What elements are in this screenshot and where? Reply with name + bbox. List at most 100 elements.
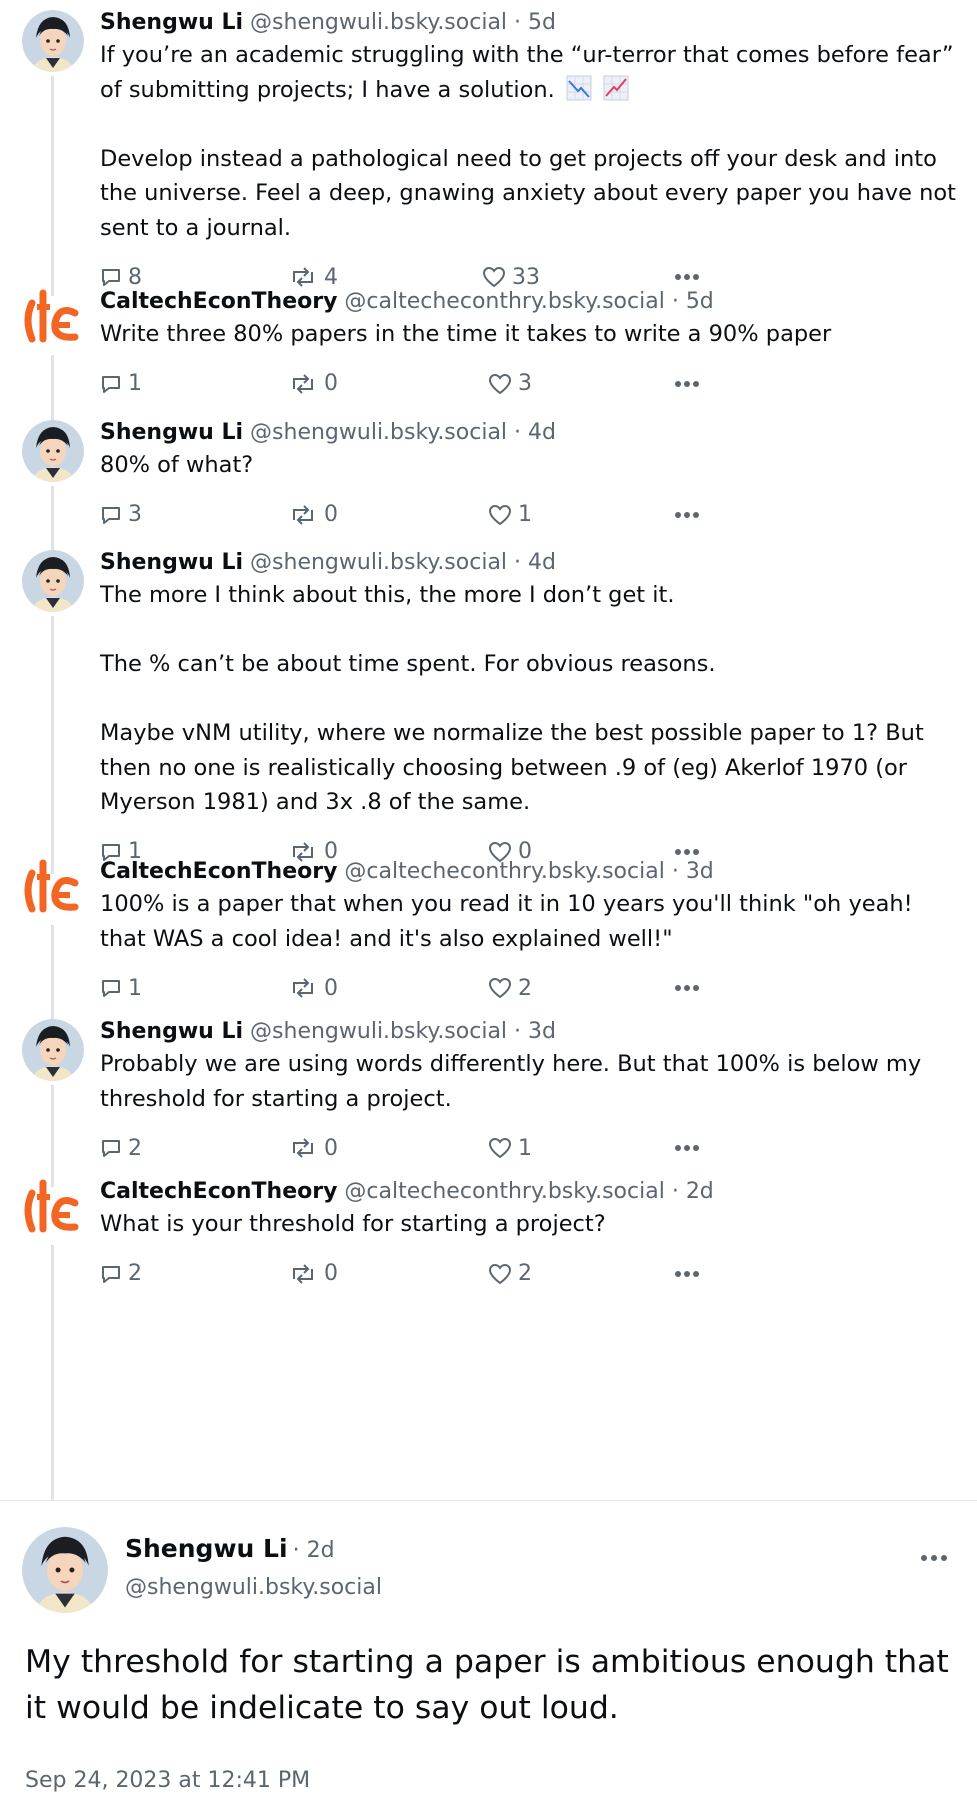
like-button[interactable]: 2 (488, 1256, 532, 1292)
author-name[interactable]: Shengwu Li (100, 1019, 243, 1044)
like-count: 1 (518, 1135, 532, 1161)
more-icon (674, 984, 700, 992)
reply-count: 8 (128, 264, 142, 290)
post-actions: 2 0 2 (100, 1256, 957, 1292)
thread-post[interactable]: Shengwu Li @shengwuli.bsky.social · 5d I… (0, 8, 977, 296)
post-header: Shengwu Li @shengwuli.bsky.social · 4d (100, 548, 957, 578)
thread-post[interactable]: CaltechEconTheory @caltecheconthry.bsky.… (0, 277, 977, 425)
author-name[interactable]: CaltechEconTheory (100, 859, 337, 884)
post-time[interactable]: · 2d (672, 1179, 714, 1204)
repost-button[interactable]: 0 (288, 497, 338, 533)
repost-button[interactable]: 0 (288, 366, 338, 402)
reply-button[interactable]: 2 (100, 1256, 142, 1292)
heart-icon (488, 977, 512, 999)
more-icon (674, 1144, 700, 1152)
repost-count: 0 (324, 502, 338, 527)
reply-button[interactable]: 2 (100, 1130, 142, 1166)
avatar[interactable] (22, 1179, 84, 1241)
author-handle[interactable]: @caltecheconthry.bsky.social (344, 289, 664, 314)
like-count: 1 (518, 502, 532, 527)
more-options-button[interactable] (674, 1130, 700, 1166)
like-count: 2 (518, 1261, 532, 1286)
post-paragraph: What is your threshold for starting a pr… (100, 1211, 606, 1237)
reply-icon (100, 1263, 122, 1285)
like-button[interactable]: 1 (488, 1130, 532, 1166)
post-time[interactable]: · 3d (514, 1019, 556, 1044)
thread-connector (51, 76, 54, 296)
repost-icon (288, 977, 318, 999)
post-text: 80% of what? (100, 448, 957, 483)
repost-button[interactable]: 0 (288, 970, 338, 1006)
thread-post[interactable]: Shengwu Li @shengwuli.bsky.social · 3d P… (0, 1017, 977, 1187)
reply-icon (100, 373, 122, 395)
thread-connector (51, 486, 54, 556)
author-handle[interactable]: @shengwuli.bsky.social (250, 1019, 507, 1044)
thread-connector (51, 925, 54, 1027)
author-handle[interactable]: @shengwuli.bsky.social (250, 420, 507, 445)
author-name[interactable]: Shengwu Li (125, 1534, 288, 1563)
author-handle[interactable]: @shengwuli.bsky.social (250, 550, 507, 575)
author-name[interactable]: CaltechEconTheory (100, 289, 337, 314)
post-time[interactable]: · 5d (514, 10, 556, 35)
post-time[interactable]: · 2d (293, 1538, 335, 1563)
more-icon (674, 511, 700, 519)
author-handle[interactable]: @caltecheconthry.bsky.social (344, 1179, 664, 1204)
avatar[interactable] (22, 1527, 108, 1613)
reply-icon (100, 977, 122, 999)
post-paragraph: The more I think about this, the more I … (100, 582, 675, 608)
avatar[interactable] (22, 10, 84, 72)
post-text: Write three 80% papers in the time it ta… (100, 317, 957, 352)
avatar[interactable] (22, 859, 84, 921)
thread-post[interactable]: Shengwu Li @shengwuli.bsky.social · 4d 8… (0, 418, 977, 556)
avatar[interactable] (22, 550, 84, 612)
post-paragraph: The % can’t be about time spent. For obv… (100, 651, 716, 677)
repost-button[interactable]: 0 (288, 1256, 338, 1292)
avatar[interactable] (22, 289, 84, 351)
author-name[interactable]: CaltechEconTheory (100, 1179, 337, 1204)
reply-count: 2 (128, 1261, 142, 1286)
like-button[interactable]: 1 (488, 497, 532, 533)
divider (0, 1500, 977, 1501)
post-time[interactable]: · 4d (514, 550, 556, 575)
reply-count: 2 (128, 1135, 142, 1161)
repost-button[interactable]: 0 (288, 1130, 338, 1166)
post-header: Shengwu Li @shengwuli.bsky.social · 3d (100, 1017, 957, 1047)
reply-button[interactable]: 1 (100, 970, 142, 1006)
avatar[interactable] (22, 1019, 84, 1081)
thread-connector (51, 277, 54, 287)
more-options-button[interactable] (674, 970, 700, 1006)
more-options-button[interactable] (674, 366, 700, 402)
thread-post[interactable]: Shengwu Li @shengwuli.bsky.social · 4d T… (0, 548, 977, 874)
more-options-button[interactable] (674, 1256, 700, 1292)
reply-button[interactable]: 1 (100, 366, 142, 402)
reply-icon (100, 1137, 122, 1159)
like-button[interactable]: 2 (488, 970, 532, 1006)
author-handle[interactable]: @shengwuli.bsky.social (250, 10, 507, 35)
like-button[interactable]: 3 (488, 366, 532, 402)
post-paragraph: Write three 80% papers in the time it ta… (100, 321, 832, 347)
post-actions: 1 0 3 (100, 366, 957, 402)
thread-connector (51, 355, 54, 425)
post-date[interactable]: Sep 24, 2023 at 12:41 PM (25, 1768, 310, 1793)
author-handle[interactable]: @caltecheconthry.bsky.social (344, 859, 664, 884)
avatar[interactable] (22, 420, 84, 482)
author-name[interactable]: Shengwu Li (100, 420, 243, 445)
more-options-button[interactable] (674, 497, 700, 533)
post-time[interactable]: · 5d (672, 289, 714, 314)
thread-post[interactable]: CaltechEconTheory @caltecheconthry.bsky.… (0, 857, 977, 1027)
post-paragraph: If you’re an academic struggling with th… (100, 42, 954, 103)
post-time[interactable]: · 3d (672, 859, 714, 884)
heart-icon (482, 266, 506, 288)
repost-count: 4 (324, 264, 338, 290)
heart-icon (488, 504, 512, 526)
post-time[interactable]: · 4d (514, 420, 556, 445)
thread-post[interactable]: CaltechEconTheory @caltecheconthry.bsky.… (0, 1177, 977, 1500)
reply-button[interactable]: 3 (100, 497, 142, 533)
more-options-button[interactable] (920, 1547, 948, 1566)
post-paragraph: Probably we are using words differently … (100, 1051, 922, 1112)
author-handle[interactable]: @shengwuli.bsky.social (125, 1575, 382, 1600)
author-name[interactable]: Shengwu Li (100, 550, 243, 575)
author-name[interactable]: Shengwu Li (100, 10, 243, 35)
more-icon (674, 848, 700, 856)
repost-count: 0 (324, 1261, 338, 1286)
